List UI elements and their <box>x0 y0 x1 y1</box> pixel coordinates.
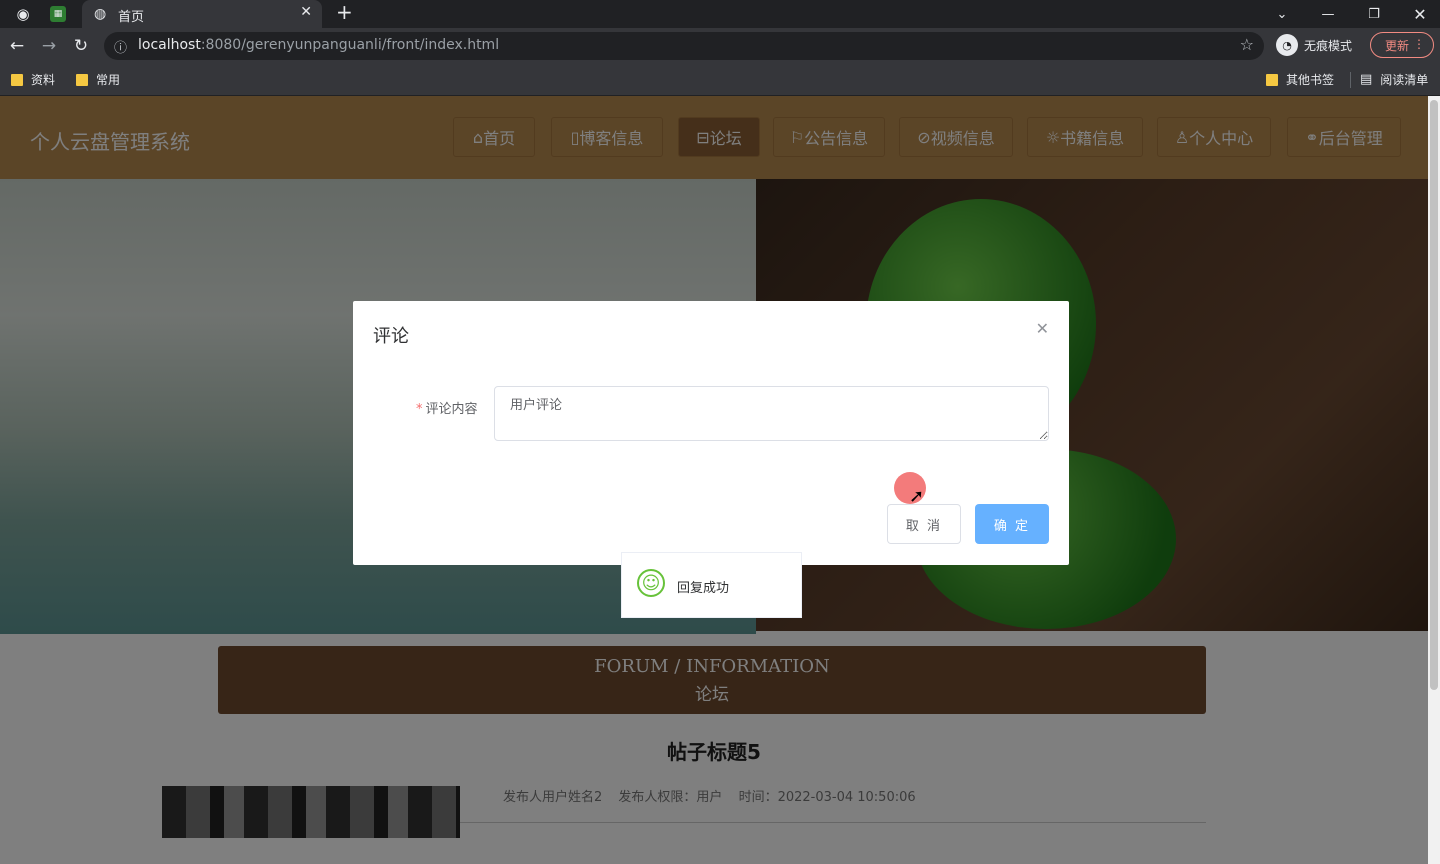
update-button[interactable]: 更新 ⋮ <box>1370 32 1434 58</box>
folder-icon <box>76 73 88 86</box>
forward-icon[interactable]: → <box>37 34 61 58</box>
incognito-icon: ◔ <box>1276 34 1298 56</box>
folder-icon <box>11 73 23 86</box>
cancel-button[interactable]: 取 消 <box>887 504 961 544</box>
success-toast: ☺ 回复成功 <box>621 552 802 618</box>
comment-field-label: * 评论内容 <box>416 402 478 417</box>
page-scrollbar[interactable] <box>1428 96 1440 864</box>
back-icon[interactable]: ← <box>5 34 29 58</box>
reading-list-icon: ▤ <box>1360 72 1373 87</box>
tab-title: 首页 <box>118 10 145 25</box>
browser-toolbar: ← → ↻ ⓘ localhost:8080/gerenyunpanguanli… <box>0 28 1440 64</box>
bookmark-label: 资料 <box>31 73 56 87</box>
dialog-title: 评论 <box>373 326 409 347</box>
minimize-button[interactable]: — <box>1310 0 1346 28</box>
comment-dialog: 评论 ✕ * 评论内容 用户评论 取 消 确 定 <box>353 301 1069 565</box>
url-text[interactable]: localhost:8080/gerenyunpanguanli/front/i… <box>138 37 499 53</box>
reading-list[interactable]: ▤ 阅读清单 <box>1360 71 1428 88</box>
browser-logo-icon[interactable]: ◉ <box>12 3 34 25</box>
incognito-indicator[interactable]: ◔ 无痕模式 <box>1276 34 1352 56</box>
reading-list-label: 阅读清单 <box>1380 73 1429 87</box>
bookmark-folder-ziliao[interactable]: 资料 <box>11 71 55 88</box>
restore-button[interactable]: ❐ <box>1356 0 1392 28</box>
mouse-cursor-icon: ➚ <box>909 486 925 507</box>
new-tab-button[interactable]: + <box>336 0 353 24</box>
bookmark-folder-changyong[interactable]: 常用 <box>76 71 120 88</box>
smile-icon: ☺ <box>637 569 665 597</box>
bookmark-label: 常用 <box>96 73 121 87</box>
app-tab-icon[interactable]: ▦ <box>50 6 66 22</box>
scrollbar-thumb[interactable] <box>1430 100 1438 690</box>
other-bookmarks-label: 其他书签 <box>1286 73 1335 87</box>
required-marker: * <box>416 402 423 417</box>
tab-home[interactable]: ◍ 首页 ✕ <box>82 0 322 28</box>
comment-textarea[interactable]: 用户评论 <box>494 386 1049 441</box>
menu-dots-icon: ⋮ <box>1413 37 1425 51</box>
toast-message: 回复成功 <box>677 581 730 596</box>
reload-icon[interactable]: ↻ <box>69 34 93 58</box>
close-window-button[interactable]: ✕ <box>1402 0 1438 28</box>
folder-icon <box>1266 73 1278 86</box>
other-bookmarks[interactable]: 其他书签 <box>1266 71 1334 88</box>
update-label: 更新 <box>1385 38 1410 53</box>
close-tab-icon[interactable]: ✕ <box>300 4 312 20</box>
confirm-button[interactable]: 确 定 <box>975 504 1049 544</box>
site-info-icon[interactable]: ⓘ <box>114 37 127 56</box>
address-bar[interactable]: ⓘ localhost:8080/gerenyunpanguanli/front… <box>104 32 1264 60</box>
bookmark-star-icon[interactable]: ☆ <box>1240 35 1254 54</box>
browser-tab-strip: ◉ ▦ ◍ 首页 ✕ + ⌄ — ❐ ✕ <box>0 0 1440 28</box>
bookmarks-bar: 资料 常用 其他书签 ▤ 阅读清单 <box>0 64 1440 96</box>
incognito-label: 无痕模式 <box>1304 38 1353 53</box>
globe-icon: ◍ <box>94 6 107 22</box>
tab-search-icon[interactable]: ⌄ <box>1264 0 1300 28</box>
close-icon[interactable]: ✕ <box>1036 319 1049 338</box>
bookmark-divider <box>1350 72 1351 88</box>
